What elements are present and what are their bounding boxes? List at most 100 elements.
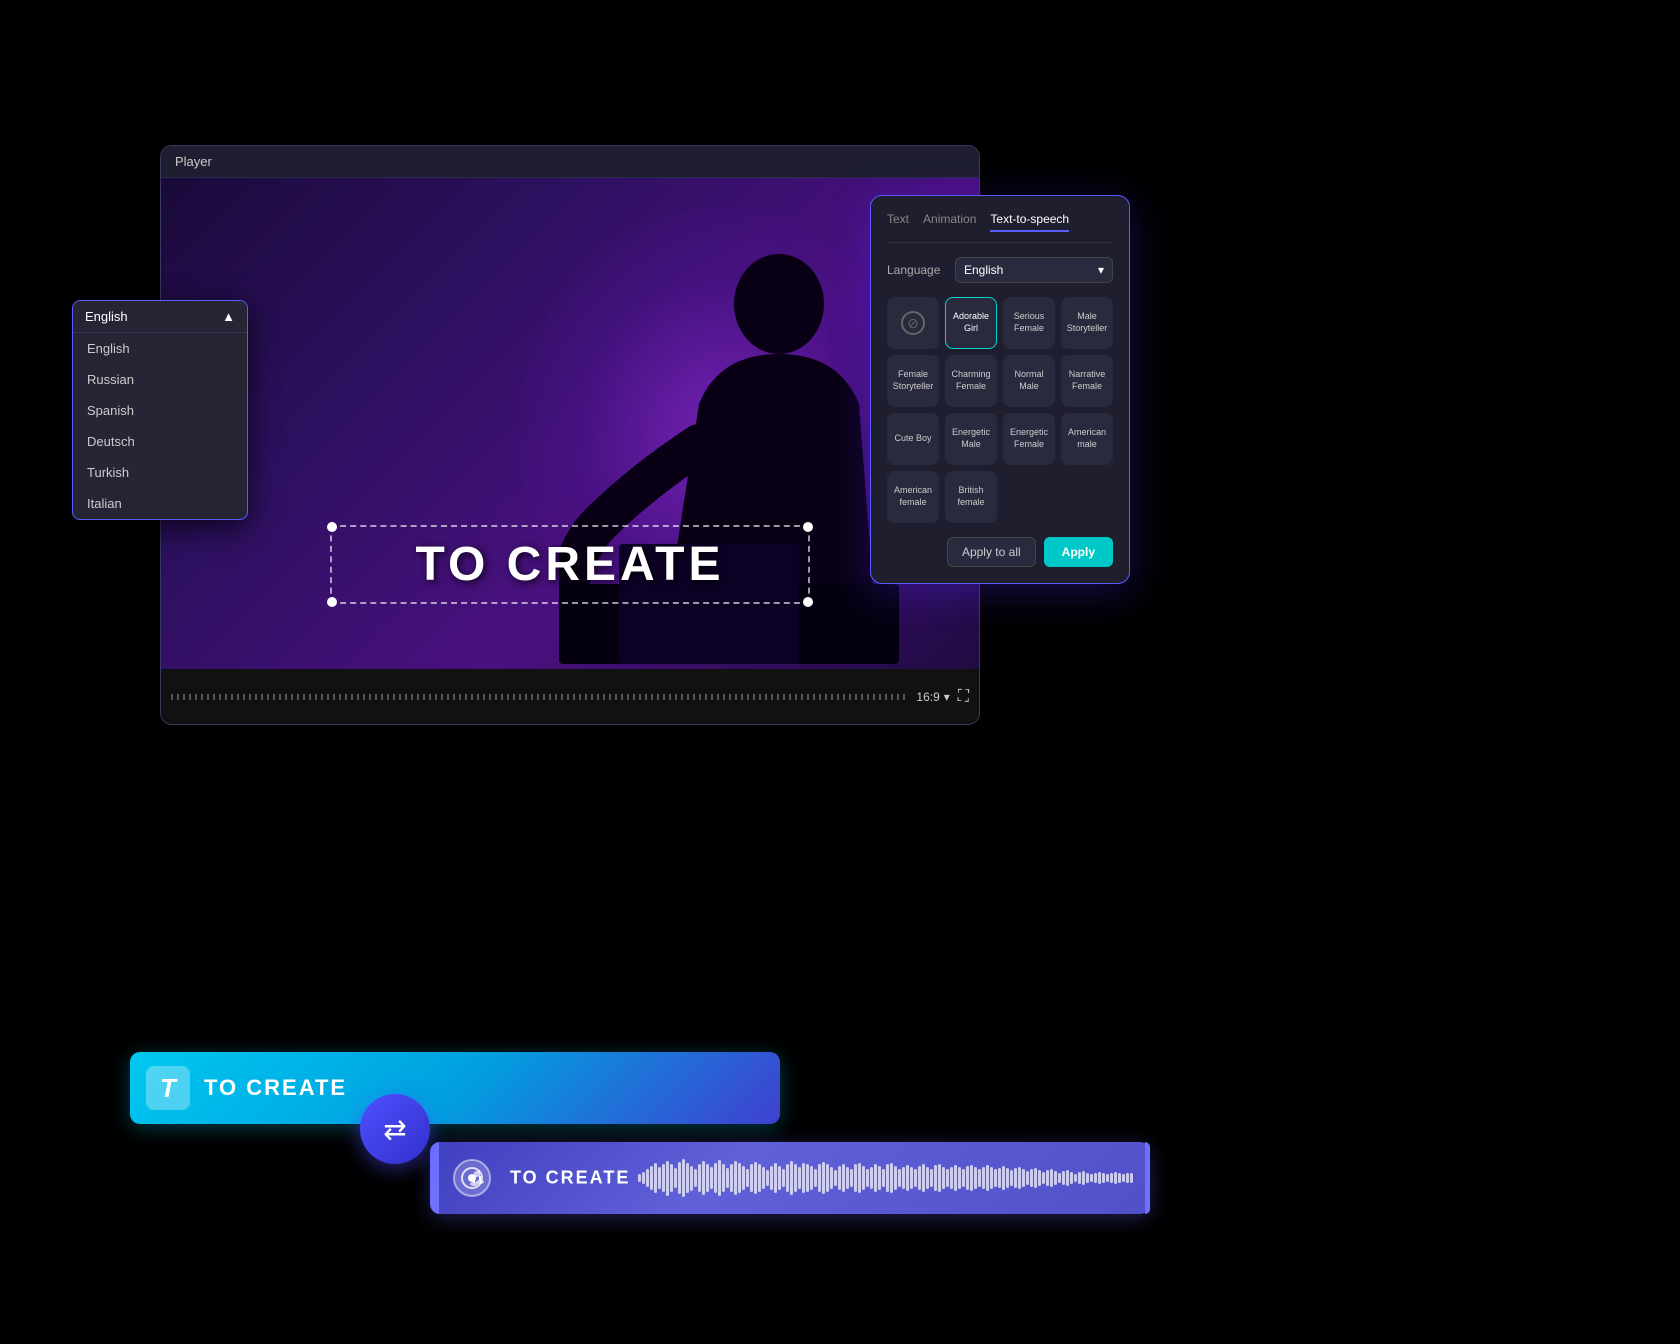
wave-bar — [758, 1164, 761, 1192]
voice-cell-male-storyteller[interactable]: Male Storyteller — [1061, 297, 1113, 349]
wave-bar — [1066, 1170, 1069, 1186]
voice-cell-british-female[interactable]: British female — [945, 471, 997, 523]
wave-bar — [1010, 1170, 1013, 1186]
wave-bar — [886, 1164, 889, 1192]
wave-bar — [866, 1169, 869, 1187]
voice-cell-american-female[interactable]: American female — [887, 471, 939, 523]
wave-bar — [674, 1168, 677, 1188]
voice-cell-female-storyteller[interactable]: Female Storyteller — [887, 355, 939, 407]
border-indicator-left — [434, 1142, 439, 1214]
tab-text-to-speech[interactable]: Text-to-speech — [990, 212, 1069, 232]
wave-bar — [710, 1167, 713, 1189]
wave-bar — [950, 1167, 953, 1189]
dropdown-item-deutsch[interactable]: Deutsch — [73, 426, 247, 457]
dropdown-item-spanish[interactable]: Spanish — [73, 395, 247, 426]
chevron-up-icon: ▲ — [222, 309, 235, 324]
wave-bar — [970, 1165, 973, 1191]
voice-cell-cute-boy[interactable]: Cute Boy — [887, 413, 939, 465]
wave-bar — [1002, 1166, 1005, 1190]
voice-cell-normal-male[interactable]: Normal Male — [1003, 355, 1055, 407]
dropdown-header[interactable]: English ▲ — [73, 301, 247, 333]
apply-button[interactable]: Apply — [1044, 537, 1113, 567]
wave-bar — [1046, 1170, 1049, 1186]
dropdown-item-english[interactable]: English — [73, 333, 247, 364]
text-track: T TO CREATE — [130, 1052, 780, 1124]
dropdown-item-russian[interactable]: Russian — [73, 364, 247, 395]
wave-bar — [782, 1169, 785, 1187]
wave-bar — [1058, 1173, 1061, 1183]
wave-bar — [966, 1166, 969, 1190]
player-titlebar: Player — [161, 146, 979, 178]
wave-bar — [874, 1164, 877, 1192]
wave-bar — [846, 1167, 849, 1189]
wave-bar — [698, 1164, 701, 1192]
swap-icon: ⇄ — [383, 1113, 406, 1146]
wave-bar — [962, 1169, 965, 1187]
chevron-down-icon: ▾ — [1098, 263, 1104, 277]
fullscreen-button[interactable]: ⛶ — [958, 688, 969, 706]
wave-bar — [770, 1166, 773, 1190]
wave-bar — [1086, 1173, 1089, 1183]
wave-bar — [990, 1167, 993, 1189]
wave-bar — [850, 1169, 853, 1187]
wave-bar — [686, 1163, 689, 1193]
wave-bar — [706, 1164, 709, 1192]
wave-bar — [714, 1163, 717, 1193]
dropdown-item-turkish[interactable]: Turkish — [73, 457, 247, 488]
voice-cell-serious-female[interactable]: Serious Female — [1003, 297, 1055, 349]
wave-bar — [654, 1163, 657, 1193]
wave-bar — [958, 1167, 961, 1189]
voice-cell-energetic-male[interactable]: Energetic Male — [945, 413, 997, 465]
language-select[interactable]: English ▾ — [955, 257, 1113, 283]
wave-bar — [954, 1165, 957, 1191]
wave-bar — [1094, 1173, 1097, 1183]
dropdown-item-italian[interactable]: Italian — [73, 488, 247, 519]
wave-bar — [1034, 1168, 1037, 1188]
wave-bar — [1130, 1173, 1133, 1183]
wave-bar — [1062, 1171, 1065, 1185]
wave-bar — [938, 1164, 941, 1192]
corner-handle-br — [803, 597, 813, 607]
wave-bar — [830, 1167, 833, 1189]
wave-bar — [1106, 1174, 1109, 1182]
voice-cell-american-male[interactable]: American male — [1061, 413, 1113, 465]
wave-bar — [1030, 1169, 1033, 1187]
wave-bar — [718, 1160, 721, 1196]
wave-bar — [882, 1169, 885, 1187]
apply-to-all-button[interactable]: Apply to all — [947, 537, 1036, 567]
wave-bar — [910, 1167, 913, 1189]
wave-bar — [742, 1166, 745, 1190]
wave-bar — [1014, 1168, 1017, 1188]
wave-bar — [1022, 1169, 1025, 1187]
tts-panel: Text Animation Text-to-speech Language E… — [870, 195, 1130, 584]
swap-button[interactable]: ⇄ — [360, 1094, 430, 1164]
wave-bar — [1018, 1167, 1021, 1189]
audio-track-icon — [450, 1156, 494, 1200]
wave-bar — [806, 1164, 809, 1192]
wave-bar — [762, 1167, 765, 1189]
corner-handle-tl — [327, 522, 337, 532]
wave-bar — [1102, 1173, 1105, 1183]
wave-bar — [870, 1167, 873, 1189]
tab-animation[interactable]: Animation — [923, 212, 976, 232]
wave-bar — [858, 1163, 861, 1193]
voice-cell-none[interactable]: ⊘ — [887, 297, 939, 349]
wave-bar — [638, 1174, 641, 1182]
wave-bar — [918, 1166, 921, 1190]
tab-text[interactable]: Text — [887, 212, 909, 232]
wave-bar — [926, 1167, 929, 1189]
wave-bar — [986, 1165, 989, 1191]
wave-bar — [814, 1169, 817, 1187]
voice-cell-adorable-girl[interactable]: Adorable Girl — [945, 297, 997, 349]
text-overlay-box[interactable]: TO CREATE — [330, 525, 810, 604]
wave-bar — [790, 1161, 793, 1195]
wave-bar — [1114, 1172, 1117, 1184]
border-indicator-right — [1145, 1142, 1150, 1214]
aspect-ratio-button[interactable]: 16:9 ▾ — [916, 690, 949, 704]
wave-bar — [1098, 1172, 1101, 1184]
voice-cell-narrative-female[interactable]: Narrative Female — [1061, 355, 1113, 407]
voice-cell-charming-female[interactable]: Charming Female — [945, 355, 997, 407]
wave-bar — [834, 1170, 837, 1186]
voice-cell-energetic-female[interactable]: Energetic Female — [1003, 413, 1055, 465]
wave-bar — [1122, 1174, 1125, 1182]
